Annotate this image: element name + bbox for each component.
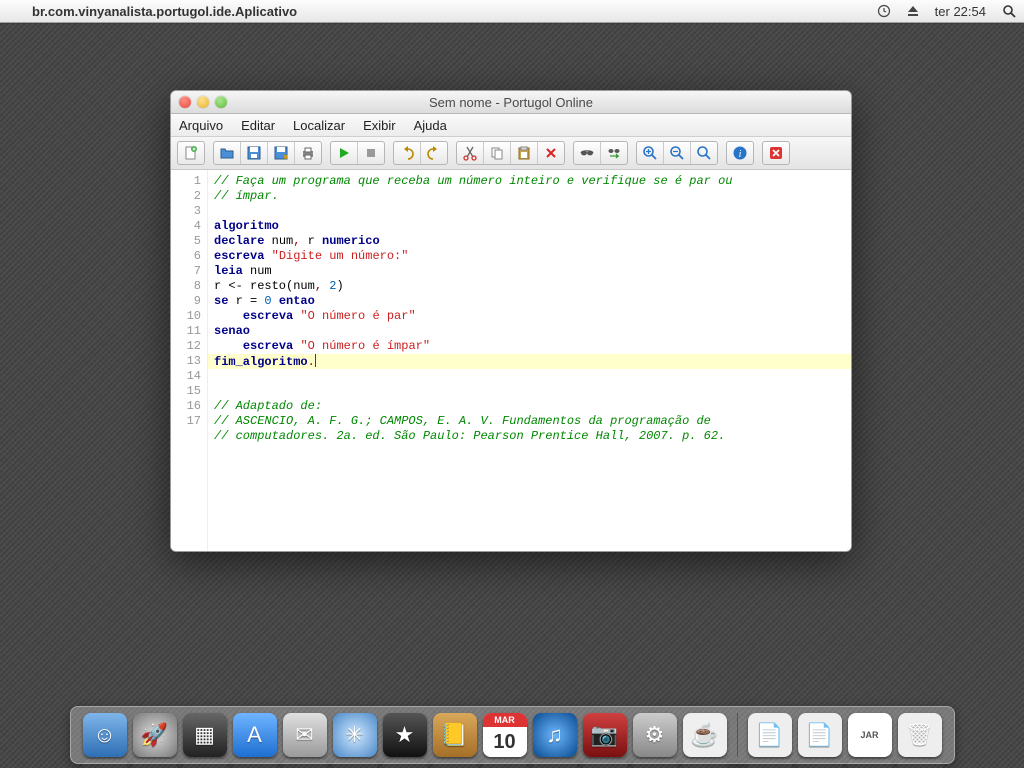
dock-mission-control-icon[interactable]: ▦ [183, 713, 227, 757]
window-title: Sem nome - Portugol Online [171, 95, 851, 110]
close-button[interactable] [763, 142, 789, 164]
code-line[interactable]: fim_algoritmo. [208, 354, 851, 369]
zoom-window-button[interactable] [215, 96, 227, 108]
close-window-button[interactable] [179, 96, 191, 108]
dock-document-2-icon[interactable]: 📄 [798, 713, 842, 757]
info-button[interactable]: i [727, 142, 753, 164]
ide-window: Sem nome - Portugol Online Arquivo Edita… [170, 90, 852, 552]
code-line[interactable]: escreva "Digite um número:" [214, 249, 408, 263]
dock-trash-icon[interactable]: 🗑 [898, 713, 942, 757]
spotlight-icon[interactable] [994, 4, 1024, 18]
code-area[interactable]: // Faça um programa que receba um número… [208, 170, 851, 551]
dock-preferences-icon[interactable]: ⚙ [633, 713, 677, 757]
dock-calendar-icon[interactable]: MAR10 [483, 713, 527, 757]
find-button[interactable] [574, 142, 601, 164]
menu-localizar[interactable]: Localizar [293, 118, 345, 133]
find-replace-button[interactable] [601, 142, 627, 164]
zoom-out-button[interactable] [664, 142, 691, 164]
svg-text:i: i [739, 149, 742, 160]
clock[interactable]: ter 22:54 [927, 4, 994, 19]
code-line[interactable]: senao [214, 324, 250, 338]
menu-editar[interactable]: Editar [241, 118, 275, 133]
delete-button[interactable] [538, 142, 564, 164]
stop-button[interactable] [358, 142, 384, 164]
dock-jar-icon[interactable]: JAR [848, 713, 892, 757]
code-line[interactable]: r <- resto(num, 2) [214, 279, 344, 293]
open-file-button[interactable] [214, 142, 241, 164]
menu-arquivo[interactable]: Arquivo [179, 118, 223, 133]
code-line[interactable]: algoritmo [214, 219, 279, 233]
dock-itunes-icon[interactable]: ♫ [533, 713, 577, 757]
dock: ☺🚀▦A✉✳★📒MAR10♫📷⚙☕📄📄JAR🗑 [70, 706, 955, 764]
dock-separator [737, 713, 738, 757]
dock-contacts-icon[interactable]: 📒 [433, 713, 477, 757]
code-line[interactable]: se r = 0 entao [214, 294, 315, 308]
code-line[interactable]: escreva "O número é ímpar" [214, 339, 430, 353]
dock-java-icon[interactable]: ☕ [683, 713, 727, 757]
print-button[interactable] [295, 142, 321, 164]
code-line[interactable]: leia num [214, 264, 272, 278]
dock-itunes-store-icon[interactable]: ★ [383, 713, 427, 757]
copy-button[interactable] [484, 142, 511, 164]
dock-app-store-icon[interactable]: A [233, 713, 277, 757]
system-menubar: br.com.vinyanalista.portugol.ide.Aplicat… [0, 0, 1024, 23]
code-line[interactable]: // ASCENCIO, A. F. G.; CAMPOS, E. A. V. … [214, 414, 711, 428]
code-line[interactable]: // ímpar. [214, 189, 279, 203]
dock-mail-icon[interactable]: ✉ [283, 713, 327, 757]
dock-finder-icon[interactable]: ☺ [83, 713, 127, 757]
code-line[interactable]: // computadores. 2a. ed. São Paulo: Pear… [214, 429, 725, 443]
minimize-window-button[interactable] [197, 96, 209, 108]
active-app-name[interactable]: br.com.vinyanalista.portugol.ide.Aplicat… [24, 4, 305, 19]
menu-exibir[interactable]: Exibir [363, 118, 396, 133]
paste-button[interactable] [511, 142, 538, 164]
line-number-gutter: 1234567891011121314151617 [171, 170, 208, 551]
save-button[interactable] [241, 142, 268, 164]
code-line[interactable]: // Faça um programa que receba um número… [214, 174, 732, 188]
code-line[interactable]: // Adaptado de: [214, 399, 322, 413]
undo-button[interactable] [394, 142, 421, 164]
new-file-button[interactable] [178, 142, 204, 164]
dock-document-1-icon[interactable]: 📄 [748, 713, 792, 757]
zoom-in-button[interactable] [637, 142, 664, 164]
menu-ajuda[interactable]: Ajuda [414, 118, 447, 133]
window-titlebar[interactable]: Sem nome - Portugol Online [171, 91, 851, 114]
dock-photo-booth-icon[interactable]: 📷 [583, 713, 627, 757]
toolbar: i [171, 137, 851, 170]
code-line[interactable]: escreva "O número é par" [214, 309, 416, 323]
dock-launchpad-icon[interactable]: 🚀 [133, 713, 177, 757]
code-editor[interactable]: 1234567891011121314151617 // Faça um pro… [171, 170, 851, 551]
app-menubar: Arquivo Editar Localizar Exibir Ajuda [171, 114, 851, 137]
time-machine-icon[interactable] [869, 4, 899, 18]
dock-safari-icon[interactable]: ✳ [333, 713, 377, 757]
run-button[interactable] [331, 142, 358, 164]
eject-icon[interactable] [899, 5, 927, 17]
cut-button[interactable] [457, 142, 484, 164]
zoom-reset-button[interactable] [691, 142, 717, 164]
redo-button[interactable] [421, 142, 447, 164]
code-line[interactable]: declare num, r numerico [214, 234, 380, 248]
save-as-button[interactable] [268, 142, 295, 164]
